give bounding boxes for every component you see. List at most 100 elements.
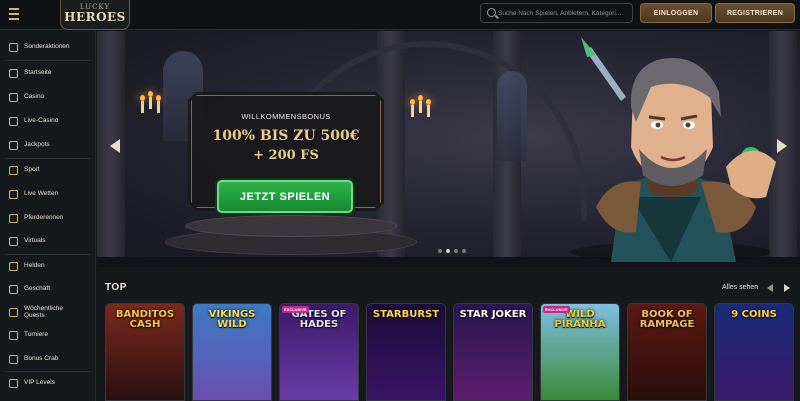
slide-indicator[interactable] xyxy=(438,249,466,253)
live-bet-icon xyxy=(9,189,18,199)
sidebar-item-label: Live-Casino xyxy=(24,117,59,125)
trophy-icon xyxy=(9,330,18,340)
jackpot-icon xyxy=(9,140,18,150)
casino-icon xyxy=(9,92,18,102)
sidebar-item-label: Geschäft xyxy=(24,285,51,293)
game-title: BANDITOS CASH xyxy=(115,309,175,330)
play-now-button[interactable]: JETZT SPIELEN xyxy=(217,180,353,213)
slide-dot[interactable] xyxy=(454,249,458,253)
candle-decoration xyxy=(418,95,423,113)
game-title: VIKINGS WILD xyxy=(208,309,256,330)
divider xyxy=(6,371,90,372)
live-casino-icon xyxy=(9,116,18,126)
sidebar-item-jackpots[interactable]: Jackpots xyxy=(0,135,96,155)
register-button[interactable]: REGISTRIEREN xyxy=(715,3,795,23)
bonus-subtitle: WILLKOMMENSBONUS xyxy=(241,112,331,121)
sidebar-toggle-icon[interactable] xyxy=(9,8,23,22)
sidebar-item-label: Live Wetten xyxy=(24,190,59,198)
game-title: WILD PIRANHA xyxy=(554,309,606,330)
slide-dot[interactable] xyxy=(438,249,442,253)
gift-icon xyxy=(9,42,18,52)
slide-dot[interactable] xyxy=(462,249,466,253)
game-tile[interactable]: GATES OF HADES EXCLUSIVE xyxy=(279,303,359,401)
game-tile[interactable]: STARBURST xyxy=(366,303,446,401)
row-prev-arrow-icon[interactable] xyxy=(767,284,773,292)
logo[interactable]: LUCKY HEROES xyxy=(60,0,130,30)
divider xyxy=(6,158,90,159)
section-title: TOP xyxy=(105,282,127,293)
game-tile[interactable]: WILD PIRANHA EXCLUSIVE xyxy=(540,303,620,401)
sidebar-item-bonus-crab[interactable]: Bonus Crab xyxy=(0,349,96,369)
hero-prev-arrow-icon[interactable] xyxy=(110,139,120,153)
candle-decoration xyxy=(148,91,153,109)
row-next-arrow-icon[interactable] xyxy=(784,284,790,292)
game-tile[interactable]: BOOK OF RAMPAGE xyxy=(627,303,707,401)
sidebar-item-startseite[interactable]: Startseite xyxy=(0,63,96,83)
sidebar-item-virtuals[interactable]: Virtuals xyxy=(0,231,96,251)
vip-icon xyxy=(9,378,18,388)
sidebar-item-label: Wöchentliche Quests xyxy=(24,304,64,320)
sidebar-item-pferderennen[interactable]: Pferderennen xyxy=(0,208,96,228)
home-icon xyxy=(9,68,18,78)
search-box[interactable] xyxy=(480,3,633,23)
hero-character-illustration xyxy=(571,37,776,262)
sidebar-item-label: Helden xyxy=(24,262,45,270)
sidebar-item-label: Pferderennen xyxy=(24,214,64,222)
divider xyxy=(6,60,90,61)
sidebar-item-label: Jackpots xyxy=(24,141,50,149)
game-title: BOOK OF RAMPAGE xyxy=(639,309,695,330)
exclusive-badge: EXCLUSIVE xyxy=(282,306,309,313)
sidebar-item-live-wetten[interactable]: Live Wetten xyxy=(0,184,96,204)
shop-icon xyxy=(9,284,18,294)
hero-icon xyxy=(9,261,18,271)
hero-banner[interactable]: WILLKOMMENSBONUS 100% BIS ZU 500€ + 200 … xyxy=(97,31,800,267)
game-title: STARBURST xyxy=(372,309,440,320)
sidebar-item-live-casino[interactable]: Live-Casino xyxy=(0,111,96,131)
candle-decoration xyxy=(410,99,415,117)
sidebar-item-sonderaktionen[interactable]: Sonderaktionen xyxy=(0,37,96,57)
sidebar-item-geschaeft[interactable]: Geschäft xyxy=(0,279,96,299)
candle-decoration xyxy=(156,95,161,113)
game-tile[interactable]: BANDITOS CASH xyxy=(105,303,185,401)
sidebar-item-woechentliche-quests[interactable]: Wöchentliche Quests xyxy=(0,302,96,322)
candle-decoration xyxy=(140,95,145,113)
see-all-link[interactable]: Alles sehen xyxy=(722,284,758,291)
slide-dot[interactable] xyxy=(446,249,450,253)
logo-bottom-text: HEROES xyxy=(64,10,126,24)
crab-icon xyxy=(9,354,18,364)
exclusive-badge: EXCLUSIVE xyxy=(543,306,570,313)
login-button[interactable]: EINLOGGEN xyxy=(640,3,712,23)
quest-icon xyxy=(9,307,18,317)
sidebar-item-label: Sonderaktionen xyxy=(24,43,70,51)
sidebar-item-helden[interactable]: Helden xyxy=(0,256,96,276)
horse-icon xyxy=(9,213,18,223)
sport-icon xyxy=(9,165,18,175)
sidebar-item-label: Turniere xyxy=(24,331,48,339)
main-content: WILLKOMMENSBONUS 100% BIS ZU 500€ + 200 … xyxy=(97,31,800,401)
game-title: GATES OF HADES xyxy=(291,309,347,330)
top-bar: LUCKY HEROES EINLOGGEN REGISTRIEREN xyxy=(0,0,800,30)
sidebar-item-sport[interactable]: Sport xyxy=(0,160,96,180)
bonus-headline: 100% BIS ZU 500€ xyxy=(212,128,360,144)
bonus-freespins: + 200 FS xyxy=(253,148,319,163)
search-input[interactable] xyxy=(498,4,632,22)
sidebar-item-label: Startseite xyxy=(24,69,52,77)
sidebar-item-turniere[interactable]: Turniere xyxy=(0,325,96,345)
game-title: STAR JOKER xyxy=(459,309,527,320)
sidebar-item-label: Sport xyxy=(24,166,40,174)
sidebar-item-label: Casino xyxy=(24,93,45,101)
candle-decoration xyxy=(426,99,431,117)
game-title: 9 COINS xyxy=(731,309,777,320)
hero-next-arrow-icon[interactable] xyxy=(777,139,787,153)
game-tile[interactable]: 9 COINS xyxy=(714,303,794,401)
sidebar-item-label: Bonus Crab xyxy=(24,355,59,363)
sidebar-item-label: Virtuals xyxy=(24,237,46,245)
stage-decoration xyxy=(185,215,397,237)
game-tile[interactable]: VIKINGS WILD xyxy=(192,303,272,401)
divider xyxy=(6,254,90,255)
virtuals-icon xyxy=(9,236,18,246)
sidebar-item-casino[interactable]: Casino xyxy=(0,87,96,107)
game-tile[interactable]: STAR JOKER xyxy=(453,303,533,401)
sidebar-item-vip-levels[interactable]: VIP Levels xyxy=(0,373,96,393)
search-icon xyxy=(487,8,496,17)
